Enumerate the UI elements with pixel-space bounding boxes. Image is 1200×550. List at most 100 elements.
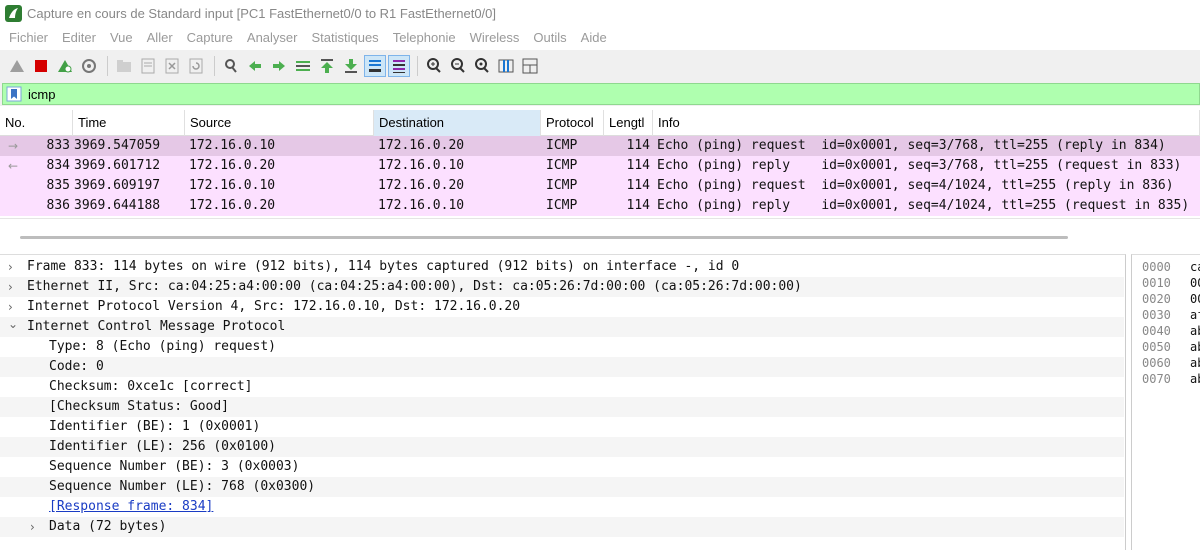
detail-tree-row[interactable]: [Response frame: 834] (0, 497, 1124, 517)
packet-protocol: ICMP (546, 138, 578, 153)
display-filter-input[interactable]: icmp (2, 83, 1200, 105)
packet-info: Echo (ping) reply id=0x0001, seq=3/768, … (657, 158, 1182, 173)
hex-bytes[interactable]: af (1190, 307, 1200, 323)
reload-file-icon[interactable] (185, 55, 207, 77)
auto-scroll-icon[interactable] (364, 55, 386, 77)
detail-tree-row[interactable]: › Ethernet II, Src: ca:04:25:a4:00:00 (ca… (0, 277, 1124, 297)
detail-field-text: Ethernet II, Src: ca:04:25:a4:00:00 (ca:… (27, 279, 802, 294)
colorize-icon[interactable] (388, 55, 410, 77)
open-file-icon[interactable] (113, 55, 135, 77)
detail-field-text: [Checksum Status: Good] (49, 399, 230, 414)
hex-row: 0020 00 (1142, 291, 1200, 307)
detail-tree-row[interactable]: Sequence Number (BE): 3 (0x0003) (0, 457, 1124, 477)
toolbar-separator (417, 56, 418, 76)
hex-bytes[interactable]: ab (1190, 371, 1200, 387)
related-packet-arrow: ← (8, 159, 19, 173)
packet-row[interactable]: ← 834 3969.601712 172.16.0.20 172.16.0.10 ICM… (0, 156, 1200, 176)
packet-time: 3969.609197 (74, 178, 161, 193)
column-header-no[interactable]: No. (0, 110, 73, 136)
menu-item-statistiques[interactable]: Statistiques (304, 26, 385, 50)
packet-protocol: ICMP (546, 158, 578, 173)
bookmark-icon[interactable] (6, 86, 22, 102)
find-packet-icon[interactable] (220, 55, 242, 77)
go-forward-icon[interactable] (268, 55, 290, 77)
go-to-packet-icon[interactable] (292, 55, 314, 77)
column-header-source[interactable]: Source (185, 110, 374, 136)
menu-item-aller[interactable]: Aller (140, 26, 180, 50)
detail-tree-row[interactable]: › Frame 833: 114 bytes on wire (912 bits)… (0, 257, 1124, 277)
shark-fin-start-icon[interactable] (6, 55, 28, 77)
packet-source: 172.16.0.20 (189, 198, 276, 213)
main-toolbar (0, 50, 1200, 82)
go-last-packet-icon[interactable] (340, 55, 362, 77)
capture-options-icon[interactable] (78, 55, 100, 77)
detail-tree-row[interactable]: › Data (72 bytes) (0, 517, 1124, 537)
menu-item-vue[interactable]: Vue (103, 26, 140, 50)
packet-row[interactable]: 835 3969.609197 172.16.0.10 172.16.0.20 ICMP… (0, 176, 1200, 196)
close-file-icon[interactable] (161, 55, 183, 77)
column-header-lengtl[interactable]: Lengtl (604, 110, 653, 136)
expand-arrow-icon[interactable]: › (30, 517, 42, 537)
packet-row[interactable]: → 833 3969.547059 172.16.0.10 172.16.0.20 ICM… (0, 136, 1200, 156)
hex-row: 0060 ab (1142, 355, 1200, 371)
hex-bytes[interactable]: ab (1190, 355, 1200, 371)
column-header-protocol[interactable]: Protocol (541, 110, 604, 136)
packet-info: Echo (ping) request id=0x0001, seq=3/768… (657, 138, 1166, 153)
save-file-icon[interactable] (137, 55, 159, 77)
packet-protocol: ICMP (546, 198, 578, 213)
detail-tree-row[interactable]: Type: 8 (Echo (ping) request) (0, 337, 1124, 357)
go-first-packet-icon[interactable] (316, 55, 338, 77)
menu-item-editer[interactable]: Editer (55, 26, 103, 50)
hex-bytes[interactable]: 00 (1190, 275, 1200, 291)
menu-item-telephonie[interactable]: Telephonie (386, 26, 463, 50)
hex-bytes[interactable]: 00 (1190, 291, 1200, 307)
window-title: Capture en cours de Standard input [PC1 … (27, 5, 496, 21)
response-frame-link[interactable]: [Response frame: 834] (49, 497, 213, 517)
detail-tree-row[interactable]: [Checksum Status: Good] (0, 397, 1124, 417)
detail-tree-row[interactable]: › Internet Protocol Version 4, Src: 172.1… (0, 297, 1124, 317)
zoom-normal-icon[interactable] (471, 55, 493, 77)
collapse-arrow-icon[interactable]: ⌄ (8, 314, 20, 334)
packet-details-pane: › Frame 833: 114 bytes on wire (912 bits)… (0, 254, 1126, 550)
zoom-in-icon[interactable] (423, 55, 445, 77)
resize-columns-icon[interactable] (495, 55, 517, 77)
detail-tree-row[interactable]: Identifier (BE): 1 (0x0001) (0, 417, 1124, 437)
hex-bytes[interactable]: ca (1190, 259, 1200, 275)
expand-arrow-icon[interactable]: › (8, 257, 20, 277)
menu-item-analyser[interactable]: Analyser (240, 26, 305, 50)
detail-field-text: Data (72 bytes) (49, 519, 167, 534)
detail-field-text: Internet Control Message Protocol (27, 319, 286, 334)
expand-arrow-icon[interactable]: › (8, 277, 20, 297)
packet-length: 114 (626, 198, 650, 213)
column-header-destination[interactable]: Destination (374, 110, 541, 136)
menu-item-capture[interactable]: Capture (180, 26, 240, 50)
horizontal-scrollbar[interactable] (20, 236, 1068, 239)
go-back-icon[interactable] (244, 55, 266, 77)
column-header-info[interactable]: Info (653, 110, 1200, 136)
hex-bytes[interactable]: ab (1190, 339, 1200, 355)
menu-item-aide[interactable]: Aide (574, 26, 614, 50)
packet-info: Echo (ping) request id=0x0001, seq=4/102… (657, 178, 1174, 193)
detail-field-text: Checksum: 0xce1c [correct] (49, 379, 253, 394)
column-header-time[interactable]: Time (73, 110, 185, 136)
menu-item-outils[interactable]: Outils (526, 26, 573, 50)
hex-offset: 0070 (1142, 372, 1171, 386)
detail-tree-row[interactable]: Checksum: 0xce1c [correct] (0, 377, 1124, 397)
restart-capture-icon[interactable] (54, 55, 76, 77)
detail-tree-row[interactable]: Code: 0 (0, 357, 1124, 377)
display-filter-bar: icmp (0, 82, 1200, 106)
menu-item-fichier[interactable]: Fichier (0, 26, 55, 50)
packet-number: 833 (46, 138, 70, 153)
detail-tree-row[interactable]: Sequence Number (LE): 768 (0x0300) (0, 477, 1124, 497)
detail-tree-row[interactable]: Identifier (LE): 256 (0x0100) (0, 437, 1124, 457)
detail-field-text: Internet Protocol Version 4, Src: 172.16… (27, 299, 521, 314)
detail-field-text: Sequence Number (LE): 768 (0x0300) (49, 479, 316, 494)
hex-bytes[interactable]: ab (1190, 323, 1200, 339)
detail-tree-row[interactable]: ⌄ Internet Control Message Protocol (0, 317, 1124, 337)
packet-row[interactable]: 836 3969.644188 172.16.0.20 172.16.0.10 ICMP… (0, 196, 1200, 216)
layout-icon[interactable] (519, 55, 541, 77)
packet-number: 835 (46, 178, 70, 193)
zoom-out-icon[interactable] (447, 55, 469, 77)
menu-item-wireless[interactable]: Wireless (463, 26, 527, 50)
stop-capture-icon[interactable] (30, 55, 52, 77)
